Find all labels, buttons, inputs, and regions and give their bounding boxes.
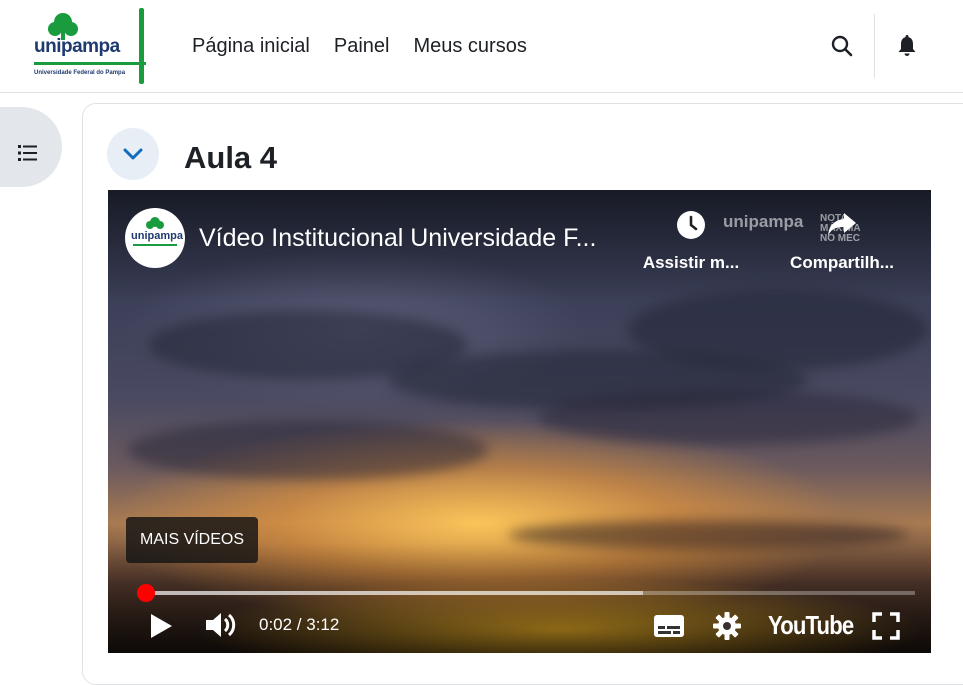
fullscreen-icon[interactable]: [872, 612, 900, 640]
share-label: Compartilh...: [790, 253, 894, 272]
progress-buffered: [137, 591, 643, 595]
nav-link-my-courses[interactable]: Meus cursos: [413, 35, 526, 58]
nav-link-home[interactable]: Página inicial: [192, 35, 310, 58]
watch-later-label: Assistir m...: [642, 253, 740, 272]
channel-avatar[interactable]: unipampa: [125, 208, 185, 268]
nav-link-dashboard[interactable]: Painel: [334, 35, 390, 58]
primary-nav: Página inicial Painel Meus cursos: [192, 35, 527, 58]
more-videos-button[interactable]: MAIS VÍDEOS: [126, 517, 259, 563]
progress-bar[interactable]: [136, 584, 915, 602]
nav-divider: [874, 14, 875, 78]
channel-avatar-text: unipampa: [131, 230, 183, 242]
video-title[interactable]: Vídeo Institucional Universidade F...: [199, 224, 596, 253]
logo-underline: [34, 62, 146, 65]
youtube-video-player[interactable]: unipampa Vídeo Institucional Universidad…: [108, 190, 931, 653]
section-collapse-button[interactable]: [107, 128, 159, 180]
site-logo[interactable]: unipampa Universidade Federal do Pampa: [26, 8, 146, 84]
channel-avatar-bar: [133, 244, 177, 246]
logo-text: unipampa: [34, 36, 120, 57]
youtube-logo[interactable]: YouTube: [768, 610, 854, 641]
section-title: Aula 4: [184, 140, 278, 175]
subtitles-icon[interactable]: [653, 614, 685, 638]
bell-icon[interactable]: [896, 34, 918, 58]
course-index-toggle[interactable]: [0, 107, 62, 187]
chevron-down-icon: [123, 148, 143, 160]
logo-accent-bar: [139, 8, 144, 84]
search-icon[interactable]: [830, 34, 854, 58]
avatar-tree-icon: [146, 217, 164, 229]
top-navbar: unipampa Universidade Federal do Pampa P…: [0, 0, 963, 93]
play-icon[interactable]: [148, 612, 174, 640]
clock-icon: [677, 211, 705, 239]
watch-later-button[interactable]: Assistir m...: [635, 210, 747, 273]
share-button[interactable]: Compartilh...: [778, 210, 906, 273]
time-display: 0:02 / 3:12: [259, 615, 340, 634]
volume-icon[interactable]: [204, 610, 238, 640]
progress-scrubber[interactable]: [136, 584, 155, 602]
share-icon: [828, 213, 856, 236]
list-icon: [18, 145, 37, 161]
logo-subtext: Universidade Federal do Pampa: [34, 70, 126, 76]
settings-gear-icon[interactable]: [712, 611, 742, 641]
